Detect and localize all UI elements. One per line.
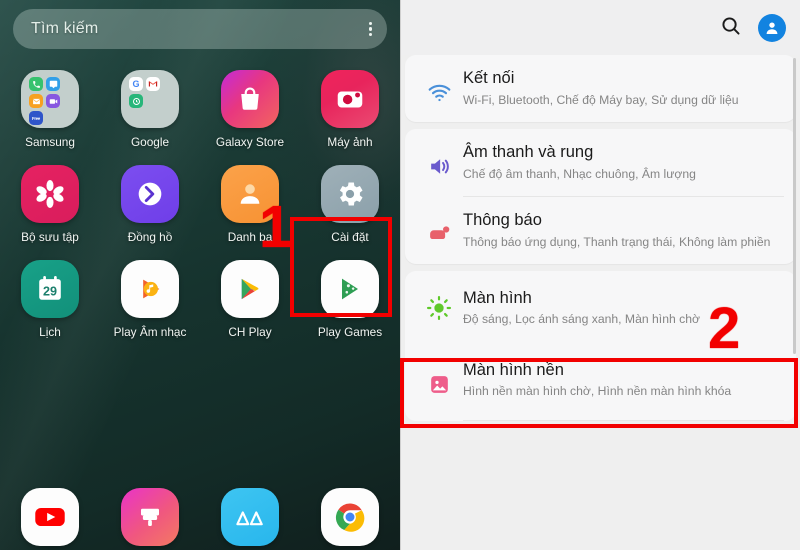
settings-item-subtitle: Hình nền màn hình chờ, Hình nền màn hình…: [463, 384, 732, 399]
tutorial-screenshot: Tìm kiếm Free Samsung G Google Galaxy St…: [0, 0, 800, 550]
phone-home-screen: Tìm kiếm Free Samsung G Google Galaxy St…: [0, 0, 400, 550]
app-label: Bộ sưu tập: [21, 230, 79, 244]
app-label: Lịch: [39, 325, 61, 339]
samsung-folder-icon: Free: [21, 70, 79, 128]
app-label: Cài đặt: [331, 230, 369, 244]
app-label: Đồng hồ: [127, 230, 173, 244]
step-2-number: 2: [708, 296, 741, 361]
dock-chrome[interactable]: Chrome: [300, 480, 400, 546]
settings-item-subtitle: Thông báo ứng dụng, Thanh trạng thái, Kh…: [463, 234, 771, 249]
app-label: Galaxy Store: [215, 135, 285, 149]
settings-topbar: [401, 0, 800, 55]
app-samsung-folder[interactable]: Free Samsung: [0, 62, 100, 149]
svg-text:29: 29: [43, 284, 57, 298]
search-bar[interactable]: Tìm kiếm: [13, 9, 387, 49]
search-icon[interactable]: [719, 14, 742, 42]
search-input-placeholder[interactable]: Tìm kiếm: [31, 20, 98, 38]
gallery-icon: [21, 165, 79, 223]
settings-card-sound-notifications: Âm thanh và rung Chế độ âm thanh, Nhạc c…: [405, 128, 796, 264]
clock-icon: [121, 165, 179, 223]
play-games-icon: [321, 260, 379, 318]
app-grid: Free Samsung G Google Galaxy Store Máy ả…: [0, 62, 400, 339]
step-1-number: 1: [259, 194, 292, 260]
play-store-icon: [221, 260, 279, 318]
settings-item-sound[interactable]: Âm thanh và rung Chế độ âm thanh, Nhạc c…: [405, 129, 796, 196]
settings-item-subtitle: Chế độ âm thanh, Nhạc chuông, Âm lượng: [463, 166, 696, 181]
app-play-music[interactable]: Play Âm nhạc: [100, 252, 200, 339]
app-label: CH Play: [228, 325, 272, 339]
galaxy-store-icon: [221, 70, 279, 128]
app-google-folder[interactable]: G Google: [100, 62, 200, 149]
app-calendar[interactable]: 29 Lịch: [0, 252, 100, 339]
dock-row: YouTube Themes Mobi: [0, 480, 400, 546]
settings-item-connections[interactable]: Kết nối Wi-Fi, Bluetooth, Chế độ Máy bay…: [405, 55, 796, 122]
play-music-icon: [121, 260, 179, 318]
app-gallery[interactable]: Bộ sưu tập: [0, 157, 100, 244]
app-settings[interactable]: Cài đặt: [300, 157, 400, 244]
settings-item-title: Thông báo: [463, 210, 542, 229]
mobi-icon: [221, 488, 279, 546]
app-label: Samsung: [25, 135, 75, 149]
settings-item-notifications[interactable]: Thông báo Thông báo ứng dụng, Thanh trạn…: [405, 197, 796, 264]
settings-card-connections: Kết nối Wi-Fi, Bluetooth, Chế độ Máy bay…: [405, 55, 796, 122]
account-avatar-icon[interactable]: [758, 13, 786, 42]
settings-divider: [463, 419, 784, 421]
volume-icon: [415, 142, 463, 179]
wifi-icon: [415, 68, 463, 105]
google-folder-icon: G: [121, 70, 179, 128]
dock-mobi[interactable]: Mobi: [200, 480, 300, 546]
settings-screen: Kết nối Wi-Fi, Bluetooth, Chế độ Máy bay…: [400, 0, 800, 550]
notification-icon: [415, 210, 463, 247]
themes-icon: [121, 488, 179, 546]
dock-youtube[interactable]: YouTube: [0, 480, 100, 546]
app-clock[interactable]: Đồng hồ: [100, 157, 200, 244]
youtube-icon: [21, 488, 79, 546]
chrome-icon: [321, 488, 379, 546]
dock-themes[interactable]: Themes: [100, 480, 200, 546]
app-label: Máy ảnh: [327, 135, 373, 149]
settings-item-subtitle: Wi-Fi, Bluetooth, Chế độ Máy bay, Sử dụn…: [463, 92, 739, 107]
app-label: Play Games: [317, 325, 383, 339]
settings-item-title: Màn hình nền: [463, 360, 564, 379]
settings-item-title: Kết nối: [463, 69, 515, 87]
app-play-store[interactable]: CH Play: [200, 252, 300, 339]
wallpaper-image-icon: [415, 360, 463, 397]
app-play-games[interactable]: Play Games: [300, 252, 400, 339]
camera-icon: [321, 70, 379, 128]
settings-item-title: Âm thanh và rung: [463, 142, 594, 161]
app-label: Google: [130, 135, 170, 149]
kebab-menu-icon[interactable]: [368, 21, 372, 37]
settings-gear-icon: [321, 165, 379, 223]
brightness-sun-icon: [415, 288, 463, 321]
app-galaxy-store[interactable]: Galaxy Store: [200, 62, 300, 149]
app-camera[interactable]: Máy ảnh: [300, 62, 400, 149]
calendar-icon: 29: [21, 260, 79, 318]
scrollbar[interactable]: [793, 58, 796, 354]
app-label: Play Âm nhạc: [113, 325, 187, 339]
